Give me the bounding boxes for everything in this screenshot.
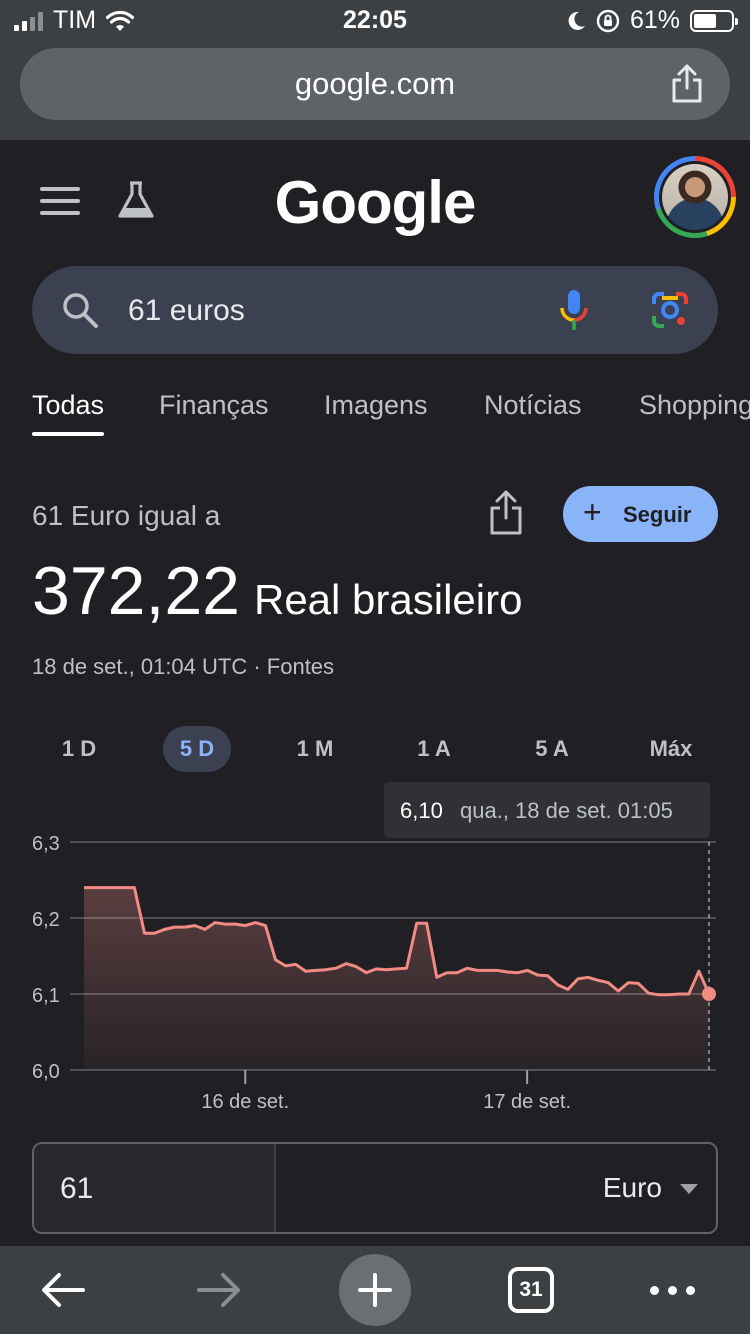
- conversion-heading: 61 Euro igual a: [32, 500, 221, 531]
- battery-percent: 61%: [629, 6, 680, 34]
- share-icon[interactable]: [670, 64, 704, 104]
- arrow-left-icon: [42, 1273, 85, 1307]
- tab-shopping[interactable]: Shopping: [639, 390, 750, 421]
- new-tab-button[interactable]: [339, 1246, 411, 1334]
- tooltip-value: 6,10: [400, 798, 443, 823]
- search-query[interactable]: 61 euros: [128, 294, 245, 328]
- tab-todas[interactable]: Todas: [32, 390, 105, 436]
- more-menu-button[interactable]: [642, 1246, 702, 1334]
- arrow-right-icon: [197, 1273, 240, 1307]
- search-box[interactable]: 61 euros: [32, 266, 718, 354]
- battery-icon: [690, 9, 738, 32]
- converted-value: 372,22: [32, 553, 240, 629]
- exchange-rate-chart[interactable]: 6,0 6,1 6,2 6,3 16 de set. 17 de set.: [0, 830, 750, 1120]
- plus-icon: [358, 1273, 392, 1307]
- conversion-result: 372,22 Real brasileiro: [32, 552, 522, 630]
- tooltip-date: qua., 18 de set. 01:05: [460, 798, 673, 823]
- y-tick-label: 6,1: [32, 985, 60, 1007]
- range-max[interactable]: Máx: [636, 726, 706, 772]
- tab-switcher-button[interactable]: 31: [504, 1246, 558, 1334]
- rotation-lock-icon: [596, 9, 620, 32]
- search-tabs: Todas Finanças Imagens Notícias Shopping: [0, 376, 750, 440]
- address-bar[interactable]: google.com: [20, 48, 730, 120]
- range-1a[interactable]: 1 A: [404, 726, 464, 772]
- tab-noticias[interactable]: Notícias: [484, 390, 582, 421]
- moon-icon: [568, 11, 585, 30]
- tab-financas[interactable]: Finanças: [159, 390, 269, 421]
- selected-currency: Euro: [602, 1172, 662, 1203]
- google-logo[interactable]: Google: [0, 168, 750, 237]
- tab-imagens[interactable]: Imagens: [324, 390, 428, 421]
- range-1m[interactable]: 1 M: [284, 726, 346, 772]
- plus-icon: +: [583, 494, 602, 530]
- profile-photo: [662, 164, 728, 230]
- currency-select[interactable]: Euro: [274, 1144, 716, 1232]
- x-tick-label: 16 de set.: [201, 1091, 289, 1113]
- back-button[interactable]: [30, 1246, 96, 1334]
- follow-label: Seguir: [623, 502, 692, 527]
- browser-toolbar: 31: [0, 1246, 750, 1334]
- status-bar: TIM 22:05 61%: [0, 0, 750, 42]
- more-icon: [649, 1285, 695, 1295]
- range-1d[interactable]: 1 D: [48, 726, 110, 772]
- target-currency: Real brasileiro: [253, 576, 523, 623]
- x-tick-label: 17 de set.: [483, 1091, 571, 1113]
- amount-value: 61: [60, 1172, 94, 1205]
- browser-chrome: TIM 22:05 61% google.com: [0, 0, 750, 140]
- follow-button[interactable]: + Seguir: [563, 486, 718, 542]
- forward-button[interactable]: [186, 1246, 252, 1334]
- google-header: Google: [0, 140, 750, 260]
- currency-converter: 61 Euro: [32, 1142, 718, 1234]
- rate-timestamp[interactable]: 18 de set., 01:04 UTC · Fontes: [32, 654, 334, 680]
- area-fill: [84, 887, 709, 1070]
- url-text: google.com: [294, 66, 456, 101]
- dropdown-caret-icon: [680, 1184, 698, 1194]
- range-5a[interactable]: 5 A: [522, 726, 582, 772]
- voice-search-icon[interactable]: [558, 288, 590, 332]
- range-5d[interactable]: 5 D: [163, 726, 231, 772]
- current-point[interactable]: [702, 987, 716, 1001]
- account-avatar[interactable]: [654, 156, 736, 238]
- y-tick-label: 6,3: [32, 833, 60, 855]
- y-tick-label: 6,0: [32, 1061, 60, 1083]
- google-lens-icon[interactable]: [650, 290, 690, 330]
- tab-count: 31: [508, 1267, 554, 1313]
- amount-input[interactable]: 61: [34, 1144, 274, 1232]
- search-results-page: Google 61 euros Todas Finanças Imagens N…: [0, 140, 750, 1246]
- share-result-icon[interactable]: [488, 490, 524, 536]
- chart-range-selector: 1 D 5 D 1 M 1 A 5 A Máx: [0, 726, 750, 772]
- search-icon: [63, 293, 98, 328]
- y-tick-label: 6,2: [32, 909, 60, 931]
